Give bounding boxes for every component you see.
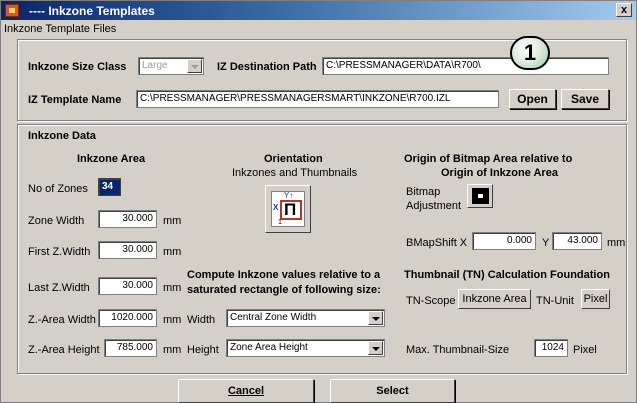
zarea-width-label: Z.-Area Width: [28, 314, 96, 326]
first-zwidth-label: First Z.Width: [28, 246, 91, 258]
select-button-label: Select: [376, 385, 409, 397]
tn-unit-button[interactable]: Pixel: [581, 289, 610, 309]
bmapshift-x-input[interactable]: 0.000: [472, 232, 536, 250]
bitmap-adjustment-button[interactable]: [467, 184, 493, 208]
orientation-icon: Y↑ X Π 1: [271, 191, 305, 227]
orientation-button[interactable]: Y↑ X Π 1: [265, 185, 311, 233]
size-class-value: Large: [142, 60, 168, 71]
zarea-height-unit: mm: [163, 344, 182, 356]
inkzone-templates-window: ---- Inkzone Templates x Inkzone Templat…: [0, 0, 637, 403]
template-name-label: IZ Template Name: [28, 94, 122, 106]
first-zwidth-unit: mm: [163, 246, 182, 258]
app-icon: [5, 4, 19, 17]
last-zwidth-input[interactable]: 30.000: [98, 277, 157, 295]
tn-unit-label: TN-Unit: [536, 295, 574, 307]
bmapshift-unit: mm: [607, 237, 626, 249]
press-icon: Π: [284, 200, 297, 219]
chevron-down-icon[interactable]: [368, 341, 383, 355]
compute-line1: Compute Inkzone values relative to a: [187, 269, 381, 281]
size-class-label: Inkzone Size Class: [28, 61, 127, 73]
width-select-value: Central Zone Width: [230, 312, 317, 323]
origin-title-1: Origin of Bitmap Area relative to: [404, 153, 573, 165]
bmapshift-y-label: Y: [542, 237, 550, 249]
template-name-input[interactable]: C:\PRESSMANAGER\PRESSMANAGERSMART\INKZON…: [136, 90, 499, 108]
tn-scope-label: TN-Scope: [406, 295, 456, 307]
close-button[interactable]: x: [616, 3, 632, 17]
inkzone-data-title: Inkzone Data: [28, 130, 96, 142]
tn-scope-button[interactable]: Inkzone Area: [458, 289, 531, 309]
y-axis-label: Y↑: [284, 191, 294, 200]
save-button[interactable]: Save: [561, 89, 609, 109]
zarea-width-input[interactable]: 1020.000: [98, 309, 157, 327]
bmapshift-x-label: BMapShift X: [406, 237, 468, 249]
first-zwidth-input[interactable]: 30.000: [98, 241, 157, 259]
grid-icon: [472, 188, 489, 204]
max-thumbnail-size-input[interactable]: 1024: [534, 339, 568, 357]
compute-line2: saturated rectangle of following size:: [187, 284, 381, 296]
bmapshift-y-input[interactable]: 43.000: [552, 232, 602, 250]
height-select[interactable]: Zone Area Height: [226, 339, 385, 357]
height-label: Height: [187, 344, 219, 356]
last-zwidth-label: Last Z.Width: [28, 282, 90, 294]
zone-width-label: Zone Width: [28, 215, 85, 227]
last-zwidth-unit: mm: [163, 282, 182, 294]
inkzone-area-title: Inkzone Area: [77, 153, 146, 165]
chevron-down-icon[interactable]: [368, 311, 383, 325]
max-thumbnail-size-unit: Pixel: [573, 344, 597, 356]
zarea-width-unit: mm: [163, 314, 182, 326]
title-bar: ---- Inkzone Templates x: [1, 1, 636, 20]
width-select[interactable]: Central Zone Width: [226, 309, 385, 327]
menu-inkzone-template-files[interactable]: Inkzone Template Files: [4, 23, 116, 35]
orientation-title: Orientation: [264, 153, 323, 165]
width-label: Width: [187, 314, 216, 326]
zone-width-unit: mm: [163, 215, 182, 227]
size-class-select[interactable]: Large: [138, 57, 204, 75]
bitmap-adjustment-label-2: Adjustment: [406, 200, 462, 212]
cancel-button-label: Cancel: [227, 385, 265, 397]
window-title: ---- Inkzone Templates: [29, 4, 155, 18]
zarea-height-label: Z.-Area Height: [28, 344, 100, 356]
no-of-zones-label: No of Zones: [28, 183, 88, 195]
bitmap-adjustment-label-1: Bitmap: [406, 186, 441, 198]
zarea-height-input[interactable]: 785.000: [104, 339, 157, 357]
chevron-down-icon[interactable]: [187, 59, 202, 73]
no-of-zones-input[interactable]: 34: [98, 178, 121, 196]
dest-path-label: IZ Destination Path: [217, 61, 317, 73]
open-button[interactable]: Open: [509, 89, 556, 109]
origin-one-label: 1: [278, 219, 282, 226]
cancel-button[interactable]: Cancel: [178, 379, 314, 403]
callout-badge: 1: [510, 36, 550, 70]
select-button[interactable]: Select: [330, 379, 455, 403]
x-axis-label: X: [273, 203, 279, 212]
dest-path-input[interactable]: C:\PRESSMANAGER\DATA\R700\: [322, 57, 609, 75]
max-thumbnail-size-label: Max. Thumbnail-Size: [406, 344, 510, 356]
origin-title-2: Origin of Inkzone Area: [441, 167, 558, 179]
thumbnail-title: Thumbnail (TN) Calculation Foundation: [404, 269, 610, 281]
height-select-value: Zone Area Height: [230, 342, 308, 353]
zone-width-input[interactable]: 30.000: [98, 210, 157, 228]
orientation-subtitle: Inkzones and Thumbnails: [232, 167, 358, 179]
